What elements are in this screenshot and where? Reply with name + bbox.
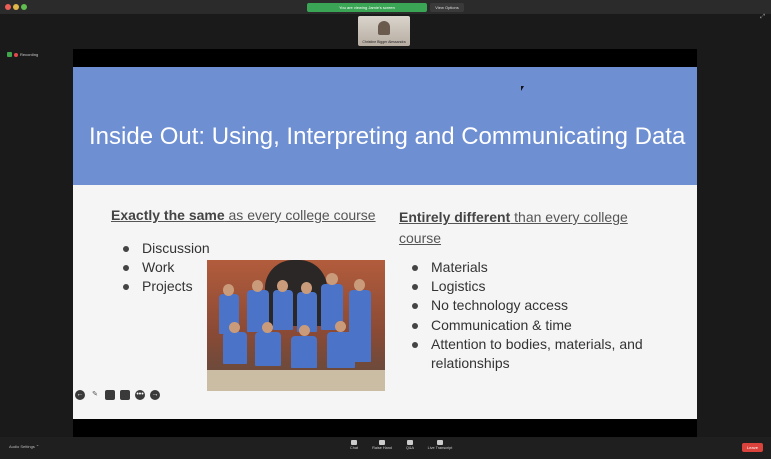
list-item: Discussion bbox=[120, 239, 210, 258]
list-item: Work bbox=[120, 258, 210, 277]
transcript-icon bbox=[437, 440, 443, 445]
shield-icon bbox=[7, 52, 12, 57]
view-options-button[interactable]: View Options bbox=[430, 3, 464, 12]
pen-icon[interactable]: ✎ bbox=[90, 390, 100, 400]
expand-icon[interactable]: ⤢ bbox=[760, 14, 765, 21]
previous-slide-button[interactable]: ← bbox=[75, 390, 85, 400]
photo-person-head bbox=[299, 325, 310, 336]
fullscreen-window-button[interactable] bbox=[21, 4, 27, 10]
raise-hand-button[interactable]: Raise Hand bbox=[367, 440, 397, 450]
meeting-toolbar: Audio Settings ⌃ Chat Raise Hand Q&A Liv… bbox=[0, 437, 771, 459]
participant-name: Christine Bigger Alessandra bbox=[362, 40, 406, 44]
slide-header-band: Inside Out: Using, Interpreting and Comm… bbox=[73, 67, 697, 185]
recording-label: Recording bbox=[20, 52, 39, 57]
photo-person-head bbox=[223, 284, 234, 296]
hand-icon bbox=[379, 440, 385, 445]
photo-person bbox=[223, 332, 247, 364]
left-heading-rest: as every college course bbox=[224, 207, 376, 223]
photo-person-head bbox=[354, 279, 365, 291]
list-item: Attention to bodies, materials, and rela… bbox=[409, 335, 669, 373]
list-item: Communication & time bbox=[409, 316, 669, 335]
photo-person-head bbox=[262, 322, 273, 333]
photo-person-head bbox=[335, 321, 346, 332]
slide-title: Inside Out: Using, Interpreting and Comm… bbox=[89, 123, 686, 150]
photo-person bbox=[291, 336, 317, 368]
chat-label: Chat bbox=[349, 446, 359, 450]
right-heading-bold: Entirely different bbox=[399, 209, 511, 225]
photo-person bbox=[327, 332, 355, 368]
photo-person bbox=[273, 290, 293, 330]
group-photo bbox=[207, 260, 385, 391]
left-bullet-list: Discussion Work Projects bbox=[120, 239, 210, 297]
list-item: Materials bbox=[409, 258, 669, 277]
photo-person-head bbox=[229, 322, 240, 333]
list-item: Logistics bbox=[409, 277, 669, 296]
participant-video-thumbnail[interactable]: Christine Bigger Alessandra bbox=[358, 16, 410, 46]
photo-person-head bbox=[277, 280, 288, 292]
participant-silhouette bbox=[378, 21, 390, 35]
right-column-heading: Entirely different than every college co… bbox=[399, 207, 649, 249]
recording-indicator: Recording bbox=[7, 52, 38, 57]
more-options-icon[interactable]: ••• bbox=[135, 390, 145, 400]
slide-canvas: Inside Out: Using, Interpreting and Comm… bbox=[73, 67, 697, 419]
left-column-heading: Exactly the same as every college course bbox=[111, 207, 376, 223]
leave-button[interactable]: Leave bbox=[742, 443, 763, 452]
qa-button[interactable]: Q&A bbox=[395, 440, 425, 450]
chat-icon bbox=[351, 440, 357, 445]
minimize-window-button[interactable] bbox=[13, 4, 19, 10]
shared-slide: Inside Out: Using, Interpreting and Comm… bbox=[73, 49, 697, 437]
audio-settings-label: Audio Settings bbox=[9, 444, 35, 449]
qa-label: Q&A bbox=[405, 446, 415, 450]
record-dot-icon bbox=[14, 52, 18, 57]
left-heading-bold: Exactly the same bbox=[111, 207, 225, 223]
photo-person-head bbox=[252, 280, 263, 292]
photo-floor bbox=[207, 370, 385, 391]
next-slide-button[interactable]: → bbox=[150, 390, 160, 400]
qa-icon bbox=[407, 440, 413, 445]
captions-icon[interactable] bbox=[105, 390, 115, 400]
list-item: Projects bbox=[120, 277, 210, 296]
list-item: No technology access bbox=[409, 296, 669, 315]
audio-settings-button[interactable]: Audio Settings ⌃ bbox=[9, 444, 39, 449]
photo-person-head bbox=[301, 282, 312, 294]
chat-button[interactable]: Chat bbox=[339, 440, 369, 450]
raise-hand-label: Raise Hand bbox=[372, 446, 392, 450]
live-transcript-button[interactable]: Live Transcript bbox=[425, 440, 455, 450]
mouse-cursor bbox=[521, 86, 524, 91]
live-transcript-label: Live Transcript bbox=[427, 446, 453, 450]
screen-share-banner: You are viewing Jamie's screen bbox=[307, 3, 427, 12]
close-window-button[interactable] bbox=[5, 4, 11, 10]
photo-person bbox=[255, 332, 281, 366]
right-bullet-list: Materials Logistics No technology access… bbox=[409, 258, 669, 373]
window-titlebar: You are viewing Jamie's screen View Opti… bbox=[0, 0, 771, 14]
photo-person-head bbox=[326, 273, 338, 285]
video-icon[interactable] bbox=[120, 390, 130, 400]
